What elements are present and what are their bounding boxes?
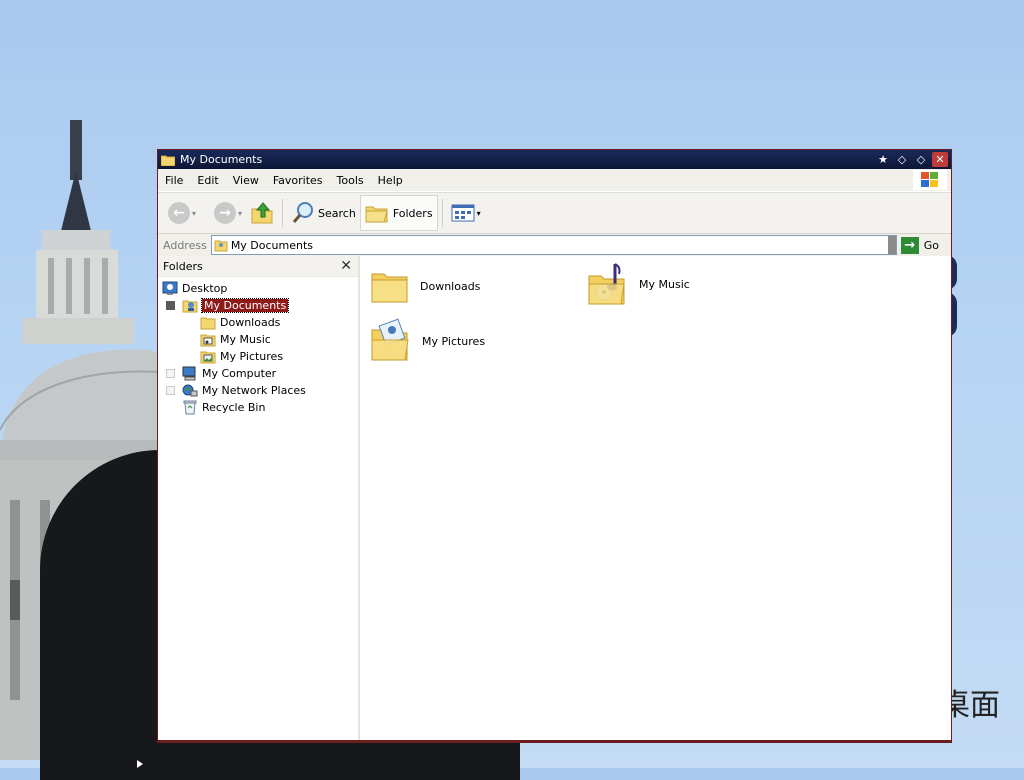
- folders-pane: Folders ✕ Desktop My Documents Downloads…: [158, 256, 360, 742]
- tree-item-recycle-bin[interactable]: Recycle Bin: [158, 399, 358, 416]
- tree-item-label: Desktop: [182, 282, 228, 295]
- explorer-window[interactable]: My Documents ★ ◇ ◇ ✕ File Edit View Favo…: [157, 149, 952, 743]
- menu-help[interactable]: Help: [371, 174, 410, 187]
- folder-icon: [371, 273, 408, 303]
- music-folder-icon: [200, 334, 216, 347]
- go-arrow-icon: →: [900, 236, 919, 254]
- music-folder-icon: [588, 263, 625, 305]
- mouse-cursor-icon: [137, 760, 143, 768]
- chevron-down-icon: ▾: [192, 208, 197, 218]
- tree-item-my-network-places[interactable]: My Network Places: [158, 382, 358, 399]
- go-label: Go: [923, 238, 939, 252]
- folder-icon: [200, 317, 216, 330]
- address-dropdown-button[interactable]: [887, 236, 896, 254]
- folders-label: Folders: [392, 206, 433, 220]
- chevron-down-icon: ▾: [476, 208, 481, 218]
- folders-button[interactable]: Folders: [359, 195, 438, 231]
- up-folder-button[interactable]: [246, 196, 278, 230]
- close-icon[interactable]: ✕: [340, 258, 352, 274]
- menu-bar: File Edit View Favorites Tools Help: [158, 169, 951, 192]
- menu-tools[interactable]: Tools: [330, 174, 371, 187]
- network-icon: [182, 384, 198, 397]
- tree-item-my-pictures[interactable]: My Pictures: [158, 348, 358, 365]
- menu-edit[interactable]: Edit: [190, 174, 225, 187]
- content-area: Folders ✕ Desktop My Documents Downloads…: [158, 256, 951, 742]
- tree-item-label: My Music: [220, 333, 271, 346]
- toolbar: ← ▾ → ▾ Search Folders ▾: [158, 192, 951, 234]
- tree-item-label: My Network Places: [202, 384, 306, 397]
- forward-button[interactable]: → ▾: [210, 196, 246, 230]
- back-arrow-icon: ←: [168, 202, 190, 224]
- tree-expander[interactable]: [166, 301, 175, 310]
- search-label: Search: [318, 206, 356, 220]
- folders-pane-header: Folders ✕: [158, 256, 358, 277]
- views-icon: [451, 204, 475, 222]
- folder-icon: [161, 155, 175, 166]
- file-item-label: My Pictures: [422, 334, 486, 348]
- file-item-my-music[interactable]: My Music: [587, 260, 690, 308]
- minimize-button[interactable]: ◇: [894, 152, 910, 167]
- window-title: My Documents: [180, 153, 263, 166]
- maximize-button[interactable]: ◇: [913, 152, 929, 167]
- tree-item-label: My Pictures: [220, 350, 284, 363]
- search-button[interactable]: Search: [287, 196, 360, 230]
- address-bar: Address My Documents → Go: [158, 234, 951, 257]
- chevron-down-icon: ▾: [238, 208, 243, 218]
- search-icon: [292, 202, 314, 223]
- desktop-icon: [162, 281, 178, 295]
- back-button[interactable]: ← ▾: [164, 196, 200, 230]
- tree-item-my-music[interactable]: My Music: [158, 331, 358, 348]
- file-item-label: Downloads: [420, 279, 481, 293]
- tree-item-desktop[interactable]: Desktop: [158, 280, 358, 297]
- file-item-downloads[interactable]: Downloads: [370, 266, 480, 306]
- folders-pane-title: Folders: [163, 259, 203, 273]
- my-documents-icon: [214, 240, 228, 252]
- file-item-my-pictures[interactable]: My Pictures: [370, 318, 485, 364]
- close-button[interactable]: ✕: [932, 152, 948, 167]
- computer-icon: [182, 366, 196, 381]
- tree-item-label: Recycle Bin: [202, 401, 266, 414]
- file-list-pane[interactable]: Downloads My Music My Pictures: [360, 256, 951, 742]
- go-button[interactable]: → Go: [899, 236, 951, 254]
- folder-tree: Desktop My Documents Downloads My Music …: [158, 280, 358, 416]
- window-bottom-border: [158, 740, 951, 742]
- windows-logo-icon: [913, 170, 947, 190]
- address-label: Address: [163, 238, 207, 252]
- file-item-label: My Music: [639, 277, 690, 291]
- toolbar-separator: [441, 199, 443, 227]
- address-value: My Documents: [230, 238, 314, 252]
- menu-favorites[interactable]: Favorites: [266, 174, 330, 187]
- tree-expander[interactable]: [166, 386, 175, 395]
- pictures-folder-icon: [371, 318, 409, 361]
- title-bar[interactable]: My Documents ★ ◇ ◇ ✕: [158, 150, 951, 169]
- folders-icon: [365, 206, 388, 223]
- star-icon[interactable]: ★: [875, 152, 891, 167]
- tree-item-downloads[interactable]: Downloads: [158, 314, 358, 331]
- forward-arrow-icon: →: [214, 202, 237, 224]
- tree-item-label: My Computer: [202, 367, 277, 380]
- up-folder-icon: [251, 202, 273, 224]
- menu-view[interactable]: View: [226, 174, 266, 187]
- tree-item-label: Downloads: [220, 316, 281, 329]
- tree-item-label: My Documents: [200, 298, 290, 313]
- tree-item-my-documents[interactable]: My Documents: [158, 297, 358, 314]
- toolbar-separator: [282, 199, 284, 227]
- menu-file[interactable]: File: [158, 174, 190, 187]
- pictures-folder-icon: [200, 351, 216, 364]
- my-documents-icon: [182, 300, 198, 313]
- recycle-bin-icon: [183, 400, 197, 415]
- tree-item-my-computer[interactable]: My Computer: [158, 365, 358, 382]
- tree-expander[interactable]: [166, 369, 175, 378]
- views-button[interactable]: ▾: [447, 196, 485, 230]
- address-input[interactable]: My Documents: [210, 235, 897, 255]
